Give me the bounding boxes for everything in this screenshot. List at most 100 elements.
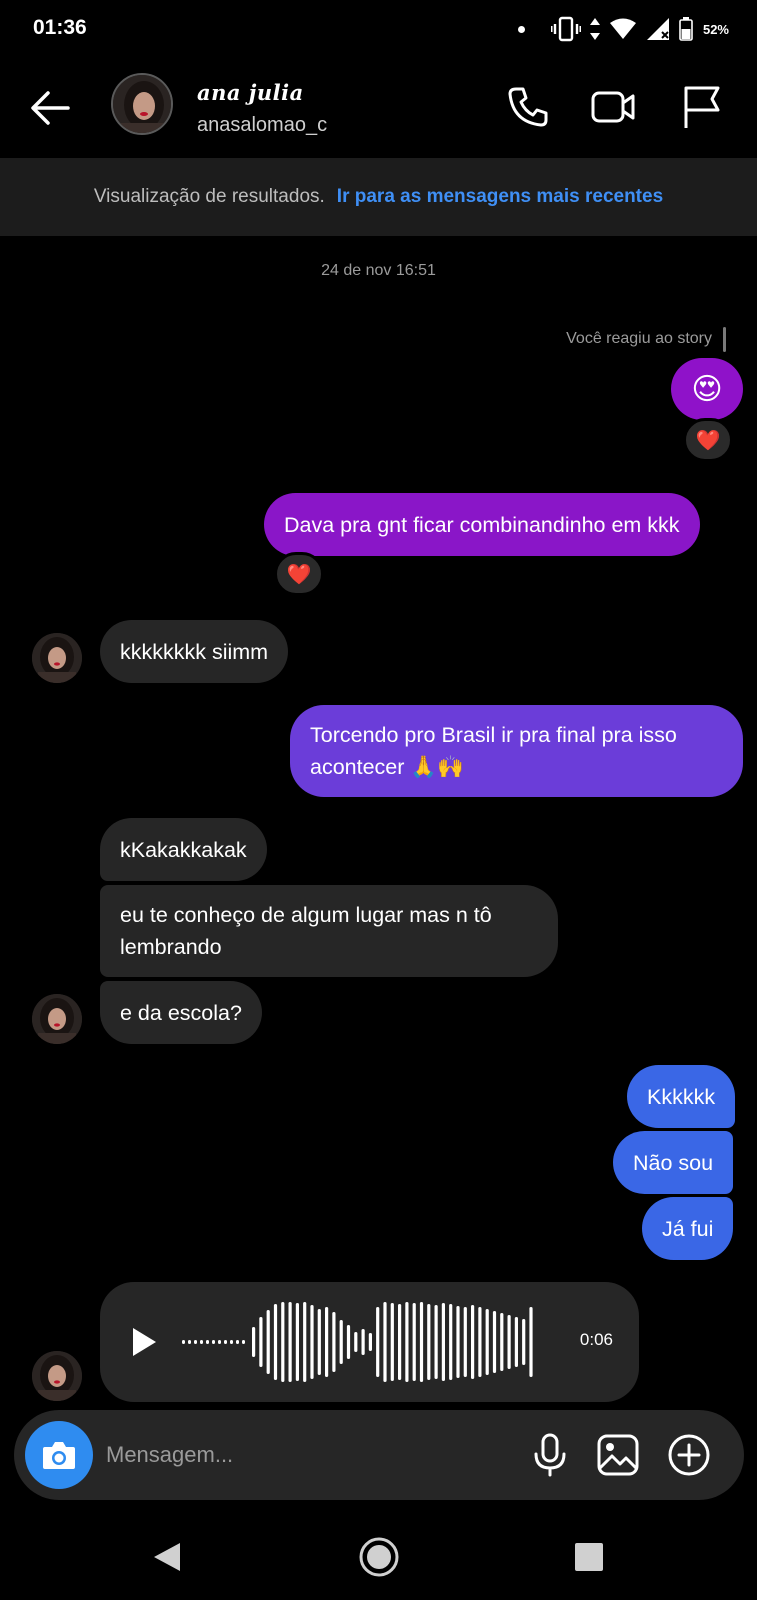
waveform-bar — [332, 1312, 336, 1372]
waveform-bar — [376, 1307, 380, 1377]
waveform-dot — [206, 1340, 209, 1344]
waveform-bar — [310, 1305, 314, 1379]
wifi-icon — [609, 18, 636, 39]
waveform-dot — [182, 1340, 185, 1344]
waveform-bar — [434, 1305, 438, 1379]
reaction-pill[interactable]: ❤️ — [274, 552, 324, 596]
message-bubble-incoming[interactable]: kKakakkakak — [100, 818, 267, 881]
avatar[interactable] — [111, 73, 173, 135]
waveform-bar — [317, 1309, 321, 1375]
contact-username[interactable]: anasalomao_c — [197, 114, 327, 137]
nav-home-icon[interactable] — [357, 1535, 401, 1579]
waveform-bar — [514, 1317, 518, 1367]
message-bubble-outgoing[interactable]: Torcendo pro Brasil ir pra final pra iss… — [290, 705, 743, 797]
message-text-line1: eu te conheço de algum lugar mas n tô — [120, 903, 492, 927]
waveform-bar — [449, 1304, 453, 1380]
waveform-bar — [252, 1327, 256, 1357]
reaction-pill[interactable]: ❤️ — [683, 418, 733, 462]
heart-eyes-emoji: 😍 — [691, 372, 723, 406]
camera-button[interactable] — [25, 1421, 93, 1489]
message-text: Kkkkkk — [647, 1084, 716, 1109]
phone-icon[interactable] — [505, 84, 551, 130]
message-composer — [14, 1410, 744, 1500]
waveform-bar — [412, 1303, 416, 1381]
avatar-photo — [32, 1351, 82, 1401]
message-bubble-outgoing[interactable]: Dava pra gnt ficar combinandinho em kkk — [264, 493, 700, 556]
waveform-dot — [188, 1340, 191, 1344]
waveform-bar — [273, 1304, 278, 1380]
message-input[interactable] — [106, 1436, 486, 1474]
camera-icon — [43, 1442, 75, 1469]
status-time: 01:36 — [33, 16, 87, 39]
nav-recents-icon[interactable] — [567, 1535, 611, 1579]
avatar-photo — [32, 994, 82, 1044]
message-bubble-incoming[interactable]: eu te conheço de algum lugar mas n tô le… — [100, 885, 558, 977]
go-to-recent-link[interactable]: Ir para as mensagens mais recentes — [337, 186, 663, 208]
contact-name[interactable]: ana julia — [197, 80, 304, 105]
avatar-photo — [113, 75, 171, 133]
message-bubble-outgoing[interactable]: Kkkkkk — [627, 1065, 736, 1128]
waveform-dot — [242, 1340, 245, 1344]
waveform-bar — [529, 1307, 533, 1377]
status-bar: 01:36 52% — [0, 0, 757, 58]
story-reaction-label: Você reagiu ao story — [566, 330, 712, 347]
nav-back-icon[interactable] — [146, 1535, 190, 1579]
message-text: Dava pra gnt ficar combinandinho em kkk — [284, 512, 680, 537]
waveform-dot — [218, 1340, 221, 1344]
waveform-bar — [456, 1306, 460, 1378]
message-text: e da escola? — [120, 1000, 242, 1025]
message-bubble-outgoing[interactable]: Já fui — [642, 1197, 734, 1260]
waveform-bar — [383, 1302, 387, 1382]
waveform-dot — [236, 1340, 239, 1344]
waveform-dot — [194, 1340, 197, 1344]
message-bubble-incoming[interactable]: kkkkkkkk siimm — [100, 620, 289, 683]
waveform-bar — [266, 1310, 270, 1374]
message-text: Não sou — [633, 1150, 714, 1175]
waveform-bar — [441, 1303, 445, 1381]
flag-icon[interactable] — [678, 84, 724, 130]
waveform-bar — [281, 1302, 285, 1382]
waveform-dot — [230, 1340, 233, 1344]
date-divider: 24 de nov 16:51 — [321, 262, 436, 279]
audio-waveform[interactable] — [182, 1300, 552, 1384]
cell-signal-icon — [646, 18, 669, 40]
message-text-line2: acontecer 🙏🙌 — [310, 755, 464, 779]
banner-label: Visualização de resultados. — [93, 186, 325, 207]
message-bubble-outgoing[interactable]: Não sou — [613, 1131, 734, 1194]
waveform-dot — [212, 1340, 215, 1344]
message-text-line1: Torcendo pro Brasil ir pra final pra iss… — [310, 723, 677, 747]
gallery-icon[interactable] — [595, 1432, 641, 1478]
status-icons: 52% — [517, 14, 729, 44]
avatar[interactable] — [32, 1351, 82, 1401]
play-icon[interactable] — [130, 1326, 158, 1358]
waveform-bar — [288, 1302, 292, 1382]
avatar[interactable] — [32, 994, 82, 1044]
waveform-bar — [325, 1307, 329, 1377]
audio-duration: 0:06 — [579, 1330, 613, 1349]
waveform-bar — [500, 1313, 504, 1371]
waveform-bar — [478, 1307, 482, 1377]
audio-message[interactable]: 0:06 — [100, 1282, 639, 1402]
waveform-bar — [471, 1305, 475, 1379]
avatar[interactable] — [32, 633, 82, 683]
waveform-dot — [224, 1340, 227, 1344]
message-text: kkkkkkkk siimm — [120, 639, 269, 664]
microphone-icon[interactable] — [527, 1432, 573, 1478]
waveform-bar — [463, 1307, 467, 1377]
video-call-icon[interactable] — [590, 84, 636, 130]
battery-icon — [679, 17, 693, 41]
heart-icon: ❤️ — [695, 429, 721, 452]
waveform-bar — [522, 1319, 526, 1365]
add-icon[interactable] — [666, 1432, 712, 1478]
story-reaction-bubble[interactable]: 😍 — [671, 358, 743, 420]
waveform-bar — [346, 1325, 351, 1359]
story-reply-bar — [723, 327, 726, 352]
message-bubble-incoming[interactable]: e da escola? — [100, 981, 262, 1044]
waveform-bar — [398, 1304, 402, 1380]
chat-header: ana julia anasalomao_c — [0, 58, 757, 158]
waveform-bar — [492, 1311, 497, 1373]
system-nav-bar — [0, 1510, 757, 1600]
waveform-bar — [339, 1320, 343, 1364]
back-arrow-icon[interactable] — [28, 86, 72, 130]
waveform-bar — [419, 1302, 424, 1382]
